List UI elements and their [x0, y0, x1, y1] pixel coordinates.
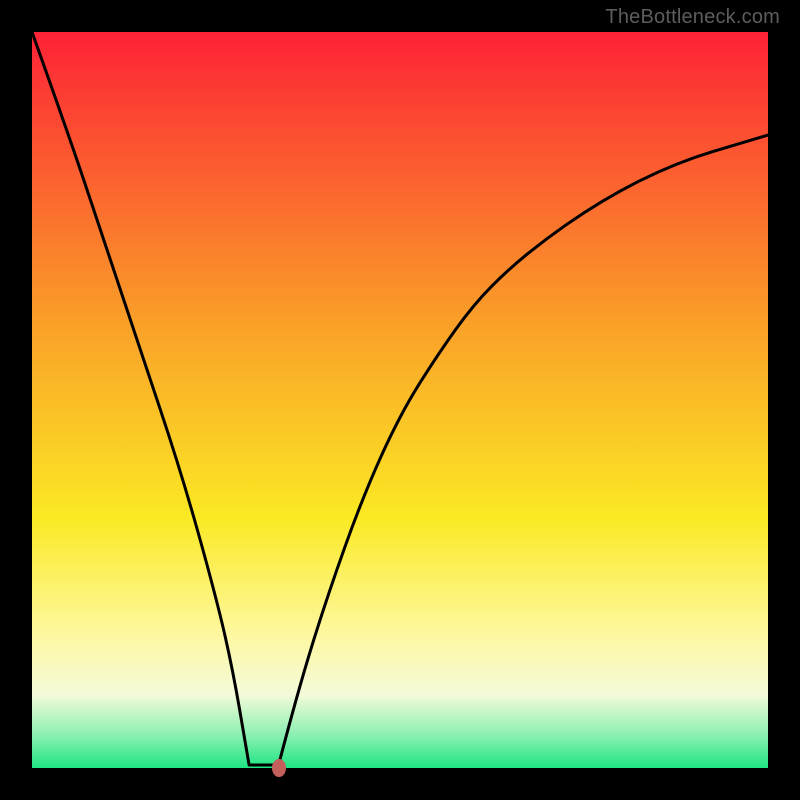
bottleneck-curve — [32, 32, 768, 768]
minimum-marker — [272, 759, 286, 777]
watermark-text: TheBottleneck.com — [605, 6, 780, 29]
chart-frame: TheBottleneck.com — [0, 0, 800, 800]
